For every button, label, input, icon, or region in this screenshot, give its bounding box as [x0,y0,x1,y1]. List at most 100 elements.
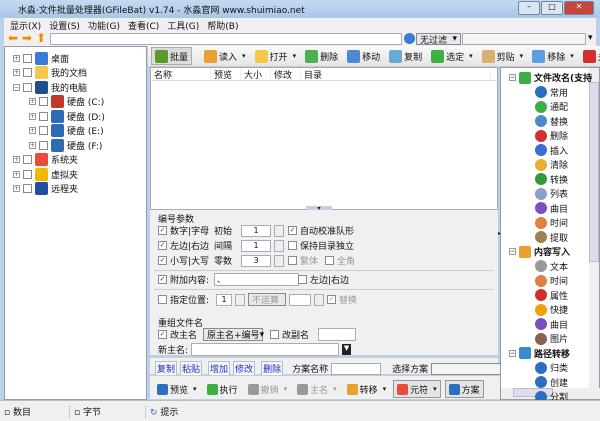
tree-node[interactable]: + 远程夹 [13,182,78,196]
splitter-arrow-icon[interactable]: ▸ [498,230,501,242]
function-item[interactable]: 常用 [535,86,568,99]
tree-node[interactable]: + 桌面 [13,51,69,65]
tree-node[interactable]: + 硬盘 (F:) [29,138,102,152]
tree-checkbox[interactable] [23,82,32,92]
checkbox-append[interactable]: ✓ [158,275,167,284]
tree-node[interactable]: − 我的电脑 [13,80,87,94]
dropdown-icon[interactable]: ▾ [588,33,593,43]
action-button-4[interactable]: 转移 ▾ [344,380,390,398]
operand-spinner[interactable] [314,293,325,306]
col-size[interactable]: 大小 [241,68,271,81]
menu-display[interactable]: 显示(X) [10,19,41,32]
checkbox-keep-dir[interactable] [288,241,297,250]
function-item[interactable]: 删除 [535,129,568,142]
delete-scheme-button[interactable]: 删除 [261,361,284,376]
scroll-thumb[interactable] [589,82,599,262]
toolbar-button-eraser[interactable]: 移除 ▾ [529,47,577,65]
zeros-input[interactable]: 3 [241,254,272,267]
function-item[interactable]: 列表 [535,187,568,200]
function-item[interactable]: 提取 [535,231,568,244]
filter-input[interactable] [462,33,586,45]
function-item[interactable]: 快捷 [535,303,568,316]
toolbar-button-clipboard[interactable]: 剪贴 ▾ [479,47,527,65]
tree-node[interactable]: + 我的文档 [13,66,87,80]
action-button-3[interactable]: 主名 ▾ [294,380,340,398]
tree-node[interactable]: + 虚拟夹 [13,167,78,181]
menu-view[interactable]: 查看(C) [128,19,159,32]
function-item[interactable]: 曲目 [535,202,568,215]
checkbox-append-side[interactable] [298,275,307,284]
scheme-name-input[interactable] [331,362,382,375]
menu-tools[interactable]: 工具(G) [167,19,199,32]
dropdown-arrow-icon[interactable]: ▾ [293,52,297,60]
col-modified[interactable]: 修改 [271,68,301,81]
checkbox-auto-align[interactable]: ✓ [288,226,297,235]
function-item[interactable]: 曲目 [535,318,568,331]
close-button[interactable]: ✕ [564,1,594,15]
new-main-input[interactable] [191,343,340,356]
forward-icon[interactable]: ➡ [22,32,32,45]
append-input[interactable]: 、 [214,273,300,286]
collapse-toggle-icon[interactable]: − [509,349,516,357]
tree-checkbox[interactable] [39,111,48,121]
position-spinner[interactable] [235,293,246,306]
main-name-mode-select[interactable]: 原主名+编号 ▾ [203,328,264,341]
expand-toggle-icon[interactable]: + [29,141,36,149]
dropdown-arrow-icon[interactable]: ▾ [433,385,437,393]
expand-icon[interactable]: ▼ [342,344,352,355]
function-group[interactable]: − 文件改名(支持 [509,71,592,84]
filter-select[interactable]: 无过滤 ▾ [416,33,461,46]
toolbar-button-move[interactable]: 移动 [344,47,383,65]
function-group[interactable]: − 内容写入 [509,245,570,258]
function-item[interactable]: 时间 [535,216,568,229]
tree-checkbox[interactable] [23,184,32,193]
tree-node[interactable]: + 硬盘 (E:) [29,124,104,138]
checkbox-number-letter[interactable]: ✓ [158,226,167,235]
checkbox-left-right[interactable]: ✓ [158,241,167,250]
tree-node[interactable]: + 系统夹 [13,153,78,167]
edit-scheme-button[interactable]: 修改 [233,361,256,376]
expand-toggle-icon[interactable]: + [29,112,36,120]
checkbox-ext-name[interactable] [270,330,279,339]
checkbox-main-name[interactable]: ✓ [158,330,167,339]
action-button-5[interactable]: 元符 ▾ [393,380,441,398]
maximize-button[interactable]: □ [541,1,563,15]
toolbar-button-folder[interactable]: 打开 ▾ [252,47,300,65]
vertical-scrollbar[interactable] [589,68,599,388]
checkbox-case[interactable]: ✓ [158,256,167,265]
expand-toggle-icon[interactable]: + [29,98,36,105]
operand-input[interactable] [289,293,312,306]
toolbar-button-copy[interactable]: 复制 [386,47,425,65]
position-input[interactable]: 1 [216,293,233,306]
collapse-toggle-icon[interactable]: − [509,74,516,81]
checkbox-position[interactable] [158,295,167,304]
tree-checkbox[interactable] [23,155,32,164]
path-input[interactable] [50,33,402,45]
expand-toggle-icon[interactable]: + [29,127,36,134]
action-button-2[interactable]: 撤销 ▾ [245,380,291,398]
checkbox-replace[interactable]: ✓ [327,295,337,304]
ext-name-input[interactable] [318,328,357,341]
col-preview[interactable]: 预览 [211,68,241,81]
action-button-0[interactable]: 预览 ▾ [154,380,200,398]
collapse-toggle-icon[interactable]: − [509,248,516,255]
menu-settings[interactable]: 设置(S) [49,19,80,32]
tree-checkbox[interactable] [39,97,48,106]
dropdown-arrow-icon[interactable]: ▾ [333,385,337,393]
copy-scheme-button[interactable]: 复制 [155,361,178,376]
toolbar-button-check[interactable]: 选定 ▾ [428,47,476,65]
minimize-button[interactable]: – [518,1,540,15]
function-item[interactable]: 替换 [535,115,568,128]
paste-scheme-button[interactable]: 粘贴 [180,361,203,376]
action-button-6[interactable]: 方案 [444,380,484,398]
toolbar-button-info[interactable]: 关 [580,47,600,65]
expand-toggle-icon[interactable]: + [13,69,20,76]
tree-checkbox[interactable] [23,68,32,77]
start-spinner[interactable] [274,224,285,237]
checkbox-fullwidth[interactable] [325,256,335,265]
dropdown-arrow-icon[interactable]: ▾ [570,52,574,60]
dropdown-arrow-icon[interactable]: ▾ [284,385,288,393]
dropdown-arrow-icon[interactable]: ▾ [520,52,524,60]
back-icon[interactable]: ⬅ [8,32,18,45]
tree-checkbox[interactable] [39,140,48,150]
